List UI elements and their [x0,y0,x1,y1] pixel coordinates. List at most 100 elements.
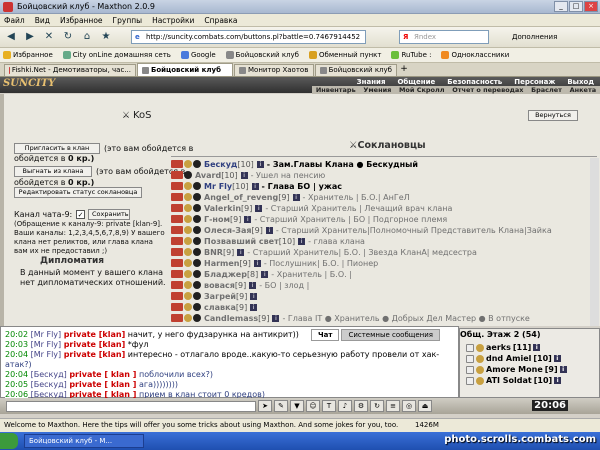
info-icon[interactable]: i [250,292,258,300]
search-input[interactable]: Яndex [399,30,489,44]
sound-icon[interactable]: ♪ [338,400,352,412]
info-icon[interactable]: i [249,281,257,289]
room-user[interactable]: ATI Soldat [10] i [466,376,562,385]
chat-nick[interactable]: [Mr Fly] [31,350,62,359]
invite-button[interactable]: Пригласить в клан [14,143,100,154]
back-button[interactable]: Вернуться [528,110,578,121]
member-name[interactable]: Г-ном [204,215,230,224]
fav-item[interactable]: RuTube : [391,51,431,59]
info-icon[interactable]: i [533,344,541,351]
info-icon[interactable]: i [250,303,258,311]
start-button[interactable] [0,433,18,449]
scroll-icon[interactable]: ≡ [386,400,400,412]
member-name[interactable]: Mr Fly [204,182,232,191]
chat-input[interactable] [6,400,256,412]
maximize-button[interactable]: □ [569,1,583,12]
chat-nick[interactable]: [Бескуд] [31,370,67,379]
info-icon[interactable]: i [237,248,245,256]
private-icon[interactable] [466,376,474,385]
info-icon[interactable]: i [251,182,259,190]
info-icon[interactable]: i [559,366,567,373]
menu-file[interactable]: Файл [4,16,25,25]
menu-favorites[interactable]: Избранное [60,16,103,25]
member-name[interactable]: BNR [204,248,223,257]
member-name[interactable]: Бескуд [204,160,237,169]
member-name[interactable]: Олеся-Зая [204,226,252,235]
nav-my-scroll[interactable]: Мой Скролл [399,86,445,94]
room-user-name[interactable]: ATI Soldat [486,376,532,385]
room-user[interactable]: aerks [11] i [466,343,541,352]
channel-checkbox[interactable]: ✓ [76,210,85,219]
map-icon[interactable]: ◎ [402,400,416,412]
private-icon[interactable] [466,354,474,363]
fav-item[interactable]: City onLine домашняя сеть [62,51,171,59]
nav-inventory[interactable]: Инвентарь [316,86,356,94]
room-user[interactable]: dnd Amiel [10] i [466,354,561,363]
forward-icon[interactable]: ▶ [22,29,38,45]
tab-combats[interactable]: Бойцовский клуб [315,64,397,76]
tab-fishki[interactable]: Fishki.Net - Демотиваторы, час... [4,64,136,76]
room-user-name[interactable]: dnd Amiel [486,354,531,363]
nav-character[interactable]: Персонаж [508,78,561,86]
members-scrollbar[interactable] [590,158,599,326]
room-user-name[interactable]: Amore Mone [486,365,543,374]
info-icon[interactable]: i [244,215,252,223]
menu-help[interactable]: Справка [204,16,237,25]
info-icon[interactable]: i [265,226,273,234]
chat-nick[interactable]: [Бескуд] [31,380,67,389]
star-icon[interactable]: ★ [98,29,114,45]
info-icon[interactable]: i [298,237,306,245]
member-name[interactable]: Harmen [204,259,240,268]
info-icon[interactable]: i [253,259,261,267]
refresh-chat-icon[interactable]: ↻ [370,400,384,412]
info-icon[interactable]: i [261,270,269,278]
chat-nick[interactable]: [Mr Fly] [31,340,62,349]
chat-nick[interactable]: [Mr Fly] [31,330,62,339]
smiles-icon[interactable]: ☺ [306,400,320,412]
nav-skills[interactable]: Умения [363,86,391,94]
edit-status-button[interactable]: Редактировать статус соклановца [14,187,142,198]
chat-private-tag[interactable]: private [ klan ] [69,370,136,379]
clear-icon[interactable]: ✎ [274,400,288,412]
send-icon[interactable]: ➤ [258,400,272,412]
addons-button[interactable]: Дополнения [512,33,557,41]
info-icon[interactable]: i [256,160,264,168]
chat-private-tag[interactable]: private [klan] [64,330,126,339]
new-tab-button[interactable]: + [398,64,410,76]
room-user-name[interactable]: aerks [486,343,511,352]
exit-icon[interactable]: ⏏ [418,400,432,412]
stop-icon[interactable]: ✕ [41,29,57,45]
nav-knowledge[interactable]: Знания [351,78,392,86]
tab-combats-active[interactable]: Бойцовский клуб [137,63,233,76]
taskbar-item[interactable]: Бойцовский клуб - M... [24,434,144,448]
fav-item[interactable]: Одноклассники [441,51,509,59]
tab-chat[interactable]: Чат [311,329,340,341]
fav-item[interactable]: Google [180,51,216,59]
info-icon[interactable]: i [553,355,561,362]
nav-exit[interactable]: Выход [561,78,600,86]
translit-icon[interactable]: T [322,400,336,412]
info-icon[interactable]: i [554,377,562,384]
close-button[interactable]: × [584,1,598,12]
refresh-icon[interactable]: ↻ [60,29,76,45]
member-name[interactable]: вовася [204,281,235,290]
member-name[interactable]: Загрей [204,292,236,301]
settings-icon[interactable]: ⚙ [354,400,368,412]
private-icon[interactable] [466,343,474,352]
member-name[interactable]: Candlemass [204,314,258,323]
address-bar[interactable]: http://suncity.combats.com/buttons.pl?ba… [131,30,366,44]
fav-item[interactable]: Обменный пункт [309,51,381,59]
chat-private-tag[interactable]: private [ klan ] [69,380,136,389]
menu-settings[interactable]: Настройки [152,16,194,25]
chat-private-tag[interactable]: private [klan] [64,340,126,349]
nav-bracelet[interactable]: Браслет [531,86,562,94]
back-icon[interactable]: ◀ [3,29,19,45]
private-icon[interactable] [466,365,474,374]
kick-button[interactable]: Выгнать из клана [14,166,92,177]
chat-private-tag[interactable]: private [klan] [64,350,126,359]
menu-view[interactable]: Вид [35,16,50,25]
info-icon[interactable]: i [240,171,248,179]
nav-profile[interactable]: Анкета [570,86,597,94]
member-name[interactable]: Бладжер [204,270,247,279]
minimize-button[interactable]: _ [554,1,568,12]
